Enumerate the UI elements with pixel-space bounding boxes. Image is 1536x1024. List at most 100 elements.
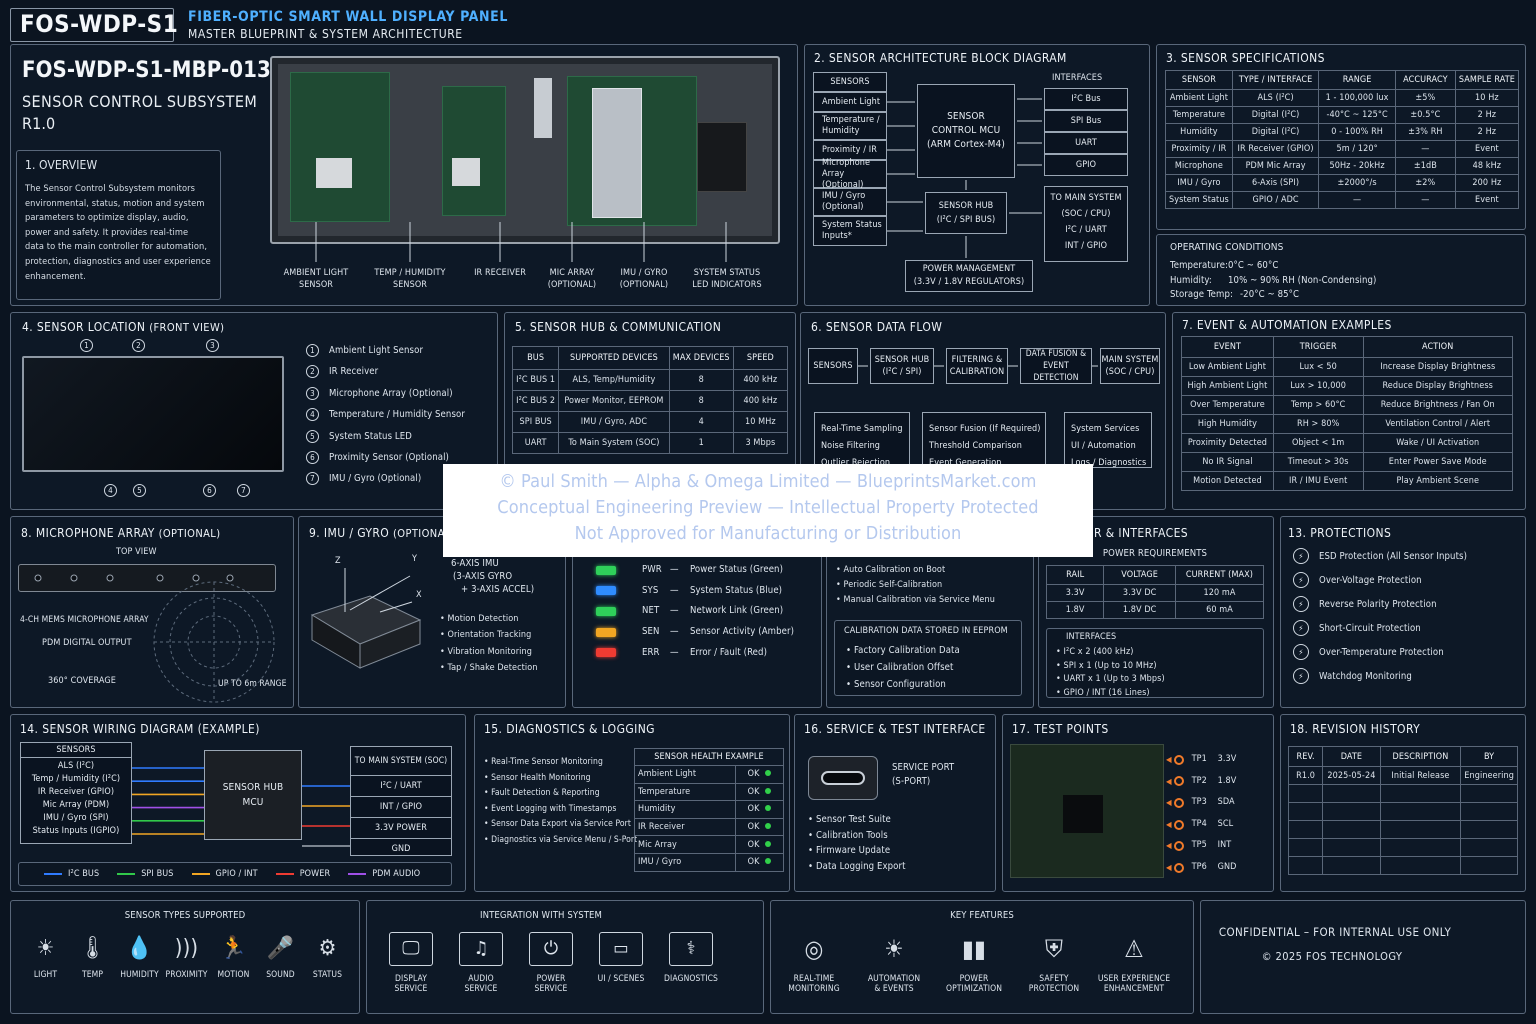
table-header-cell: REV. [1287,746,1324,767]
table-row: R1.0 2025-05-24 Initial Release Engineering [1287,766,1518,785]
table-row [1287,838,1518,857]
health-status: OK [735,817,784,837]
sensor-type-item: ))) PROXIMITY [163,932,210,980]
health-status-text: OK [747,804,760,815]
service-port-line: SERVICE PORT [892,762,955,773]
integration-list: 🖵 DISPLAY SERVICE ♫ AUDIO SERVICE ⏻ POWER SERVIC… [376,932,726,994]
ui-icon: ▭ [599,932,643,966]
health-sensor: Humidity [633,800,737,819]
feature-label: OPTIMIZATION [945,984,1003,994]
integration-item: ▭ UI / SCENES [586,932,656,994]
integration-label: DISPLAY [394,974,427,984]
ok-dot-icon [765,858,772,865]
ok-dot-icon [765,787,772,794]
legend-label: PDM AUDIO [372,869,421,879]
legend-item: SPI BUS [117,869,173,879]
health-row: Mic Array OK [633,835,784,854]
legend-swatch [44,873,62,875]
integration-title: INTEGRATION WITH SYSTEM [479,910,603,921]
table-cell [1322,838,1381,857]
health-row: Temperature OK [633,782,784,802]
light-icon: ☀ [36,936,55,961]
features-list: ◎ REAL-TIME MONITORING ☀ AUTOMATION & EVENTS ▮… [776,932,1176,994]
legend-label: POWER [299,869,331,879]
watermark: © Paul Smith — Alpha & Omega Limited — B… [443,464,1093,557]
test-point: ◀ TP4 SCL [1166,814,1270,836]
test-point-pad-icon [1173,819,1184,830]
sensor-type-label: LIGHT [33,970,58,980]
table-row [1287,820,1518,839]
test-point-id: TP2 [1191,775,1207,786]
integration-item: ⚕ DIAGNOSTICS [656,932,726,994]
health-status-text: OK [747,769,760,780]
test-point-signal: 3.3V [1217,754,1237,764]
test-point-pad-icon [1173,841,1184,852]
feature-label: ENHANCEMENT [1103,984,1165,994]
test-point-id: TP6 [1191,861,1207,872]
legend-label: GPIO / INT [215,869,258,879]
legend-label: I²C BUS [68,869,100,879]
diag-list: • Real-Time Sensor Monitoring • Sensor He… [484,755,637,848]
types-title: SENSOR TYPES SUPPORTED [124,910,246,921]
sensor-type-item: ⚙ STATUS [304,932,351,980]
revision-title: 18. REVISION HISTORY [1290,722,1421,736]
table-header-cell: DATE [1322,746,1381,767]
service-item: • Data Logging Export [808,860,906,872]
health-sensor: IR Receiver [633,817,737,837]
service-title: 16. SERVICE & TEST INTERFACE [804,722,986,736]
health-status: OK [735,852,784,872]
test-point-arrow-icon: ◀ [1166,798,1172,808]
feature-item: ◎ REAL-TIME MONITORING [776,932,852,994]
user-experience-icon: ⚠ [1124,935,1144,963]
test-pcb [1010,744,1164,878]
ok-dot-icon [765,823,772,830]
health-sensor: Mic Array [633,835,737,854]
feature-label: SAFETY [1039,974,1069,984]
table-cell [1287,802,1324,821]
table-header-row: SENSOR HEALTH EXAMPLE [634,748,784,766]
test-point: ◀ TP6 GND [1166,857,1270,879]
test-point-signal: SCL [1217,818,1234,829]
table-row [1287,856,1518,875]
health-status: OK [735,835,784,854]
test-point-pad-icon [1173,862,1184,873]
test-point: ◀ TP5 INT [1166,835,1270,857]
table-cell [1460,820,1518,839]
health-status: OK [735,782,784,802]
legend-item: GPIO / INT [191,869,258,879]
table-cell [1460,802,1518,821]
legend-item: POWER [275,869,331,879]
sensor-type-label: SOUND [266,970,295,980]
integration-label: AUDIO [468,974,494,984]
table-header-cell: DESCRIPTION [1379,746,1462,767]
test-point-signal: SDA [1217,797,1235,808]
integration-label: SERVICE [394,984,428,994]
safety-icon: ⛨ [1044,935,1064,963]
table-cell [1379,856,1462,875]
diag-title: 15. DIAGNOSTICS & LOGGING [484,722,655,736]
legend-swatch [191,873,210,875]
sensor-type-item: 🏃 MOTION [210,932,257,980]
table-cell: Initial Release [1379,766,1462,785]
integration-label: DIAGNOSTICS [664,974,718,984]
copyright-text: © 2025 FOS TECHNOLOGY [1261,950,1403,963]
test-point-id: TP4 [1191,818,1207,829]
integration-label: SERVICE [464,984,498,994]
table-cell: R1.0 [1287,766,1324,785]
sensor-type-label: MOTION [217,970,250,980]
feature-item: ▮▮ POWER OPTIMIZATION [936,932,1012,994]
table-row [1287,802,1518,821]
table-header-row: REV. DATE DESCRIPTION BY [1287,746,1518,767]
feature-item: ☀ AUTOMATION & EVENTS [856,932,932,994]
feature-label: USER EXPERIENCE [1097,974,1171,984]
service-port-label: SERVICE PORT (S-PORT) [892,761,954,789]
test-point-id: TP1 [1191,754,1207,764]
legend-label: SPI BUS [141,869,174,879]
tests-title: 17. TEST POINTS [1012,722,1109,736]
health-status-text: OK [747,822,760,833]
health-status-text: OK [747,857,760,868]
health-status: OK [735,800,784,819]
thermometer-icon: 🌡 [78,936,107,961]
watermark-line: Not Approved for Manufacturing or Distri… [574,523,962,544]
ok-dot-icon [765,770,772,777]
